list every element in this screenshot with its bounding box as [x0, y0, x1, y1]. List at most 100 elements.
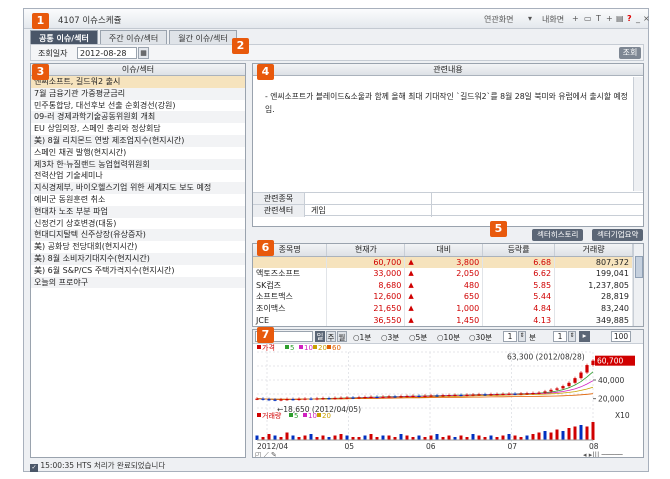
- price-cell: 33,000: [326, 267, 406, 280]
- price-candle: [321, 398, 325, 400]
- stock-name-cell: 조이맥스: [253, 302, 328, 315]
- period-month-button[interactable]: 월: [337, 331, 347, 342]
- interval-count-input[interactable]: 1: [503, 331, 517, 342]
- table-row[interactable]: JCE 36,550 ▲ 1,450 4.13 349,885: [253, 314, 633, 326]
- legend-swatch: [289, 413, 293, 417]
- column-header[interactable]: 대비: [404, 244, 484, 257]
- sector-summary-button[interactable]: 섹터기업요약: [592, 229, 644, 241]
- issue-list-item[interactable]: 스페인 채권 발행(현지시간): [31, 147, 245, 159]
- minimize-icon[interactable]: _: [636, 14, 640, 23]
- issue-list-item[interactable]: 민주통합당, 대선후보 선출 순회경선(강원): [31, 100, 245, 112]
- related-scrollbar[interactable]: [633, 77, 643, 191]
- tab-common[interactable]: 공통 이슈/섹터: [30, 30, 98, 44]
- price-candle: [501, 393, 505, 396]
- price-cell: 12,600: [326, 291, 406, 303]
- rate-cell: 4.84: [482, 302, 556, 315]
- legend-swatch: [299, 345, 303, 349]
- apply-button[interactable]: ▸: [579, 331, 590, 342]
- text-icon[interactable]: T: [596, 14, 601, 23]
- issue-list-item[interactable]: 제3차 한·뉴질랜드 농업협력위원회: [31, 158, 245, 171]
- price-candle: [543, 391, 547, 393]
- column-header[interactable]: 현재가: [326, 244, 406, 257]
- volume-bar: [399, 434, 403, 440]
- second-count-input[interactable]: 1: [553, 331, 567, 342]
- spinner-icon[interactable]: ⇕: [518, 331, 526, 342]
- price-candle: [591, 360, 595, 366]
- scroll-thumb[interactable]: [635, 256, 643, 278]
- price-candle: [255, 398, 259, 400]
- price-candle: [525, 393, 529, 395]
- price-chart[interactable]: 가격 5 10 20 60 63,300 (2012/08/28) ←18,650 (201…: [253, 344, 643, 458]
- help-icon[interactable]: ?: [627, 14, 632, 23]
- tab-weekly[interactable]: 주간 이슈/섹터: [99, 30, 168, 44]
- zoom-input[interactable]: 100: [611, 331, 631, 342]
- query-button[interactable]: 조회: [619, 47, 641, 59]
- title-bar: 4107 이슈스케쥴 연관화면 ▾ 내화면 + ▭ T + ▤ ? _ ×: [24, 9, 650, 29]
- radio-10min[interactable]: ○10분: [437, 332, 460, 343]
- price-candle: [435, 395, 439, 397]
- volume-bar: [525, 435, 529, 440]
- price-candle: [405, 395, 409, 398]
- table-row[interactable]: SK컴즈 8,680 ▲ 480 5.85 1,237,805: [253, 279, 633, 292]
- radio-30min[interactable]: ○30분: [469, 332, 492, 343]
- chart-panel: 스 일 주 월 ○1분 ○3분 ○5분 ○10분 ○30분 1 ⇕ 분 1 ⇕ …: [252, 329, 644, 458]
- issue-list-item[interactable]: EU 상임의장, 스페인 총리와 정상회담: [31, 123, 245, 135]
- table-row[interactable]: 액토즈소프트 33,000 ▲ 2,050 6.62 199,041: [253, 267, 633, 280]
- volume-bar: [477, 435, 481, 440]
- pin-icon[interactable]: +: [606, 14, 613, 23]
- radio-5min[interactable]: ○5분: [409, 332, 427, 343]
- issue-list-item[interactable]: 美) 8월 소비자기대지수(현지시간): [31, 252, 245, 265]
- close-icon[interactable]: ×: [643, 14, 650, 23]
- issue-list-item[interactable]: 오늘의 프로야구: [31, 276, 245, 289]
- column-header[interactable]: 거래량: [554, 244, 633, 257]
- price-candle: [327, 398, 331, 400]
- issue-list-item[interactable]: 엔씨소프트, 길드워2 출시: [31, 76, 245, 88]
- table-scrollbar[interactable]: [633, 244, 643, 326]
- radio-1min[interactable]: ○1분: [353, 332, 371, 343]
- table-row[interactable]: 소프트맥스 12,600 ▲ 650 5.44 28,819: [253, 291, 633, 303]
- volume-bar: [471, 434, 475, 440]
- table-header-row: 종목명 현재가 대비 등락률 거래량: [253, 244, 633, 257]
- issue-list-item[interactable]: 전력산업 기술세미나: [31, 170, 245, 182]
- issue-list-item[interactable]: 09-러 경제과학기술공동위원회 개최: [31, 111, 245, 124]
- table-row[interactable]: 조이맥스 21,650 ▲ 1,000 4.84 83,240: [253, 302, 633, 315]
- price-candle: [351, 397, 355, 399]
- sector-history-button[interactable]: 섹터히스토리: [532, 229, 584, 241]
- issue-list-item[interactable]: 美) 8월 리치몬드 연방 제조업지수(현지시간): [31, 134, 245, 147]
- legend-swatch: [303, 413, 307, 417]
- query-date-input[interactable]: 2012-08-28: [77, 47, 137, 59]
- my-screen-menu[interactable]: 내화면: [542, 14, 564, 25]
- issue-list-item[interactable]: 美) 공화당 전당대회(현지시간): [31, 241, 245, 253]
- print-icon[interactable]: ▤: [616, 14, 624, 23]
- radio-1min-label: 1분: [359, 333, 372, 342]
- issue-list-item[interactable]: 신정건기 상호변경(대동): [31, 218, 245, 230]
- price-candle: [399, 396, 403, 398]
- dropdown-arrow-icon[interactable]: ▾: [528, 14, 532, 23]
- related-screen-menu[interactable]: 연관화면: [484, 14, 513, 25]
- issue-list-item[interactable]: 예비군 동원훈련 취소: [31, 194, 245, 206]
- issue-list-item[interactable]: 현대디지탈텍 신주상장(유상증자): [31, 229, 245, 242]
- table-row[interactable]: 60,700 ▲ 3,800 6.68 807,372: [253, 256, 633, 268]
- related-sector-row: 관련섹터 게임: [253, 204, 643, 217]
- change-cell: ▲ 1,450: [404, 314, 484, 326]
- calendar-icon[interactable]: ▦: [138, 47, 149, 59]
- marker-7: 7: [257, 327, 274, 343]
- issue-list-item[interactable]: 현대차 노조 부분 파업: [31, 205, 245, 218]
- tab-monthly[interactable]: 월간 이슈/섹터: [169, 30, 237, 44]
- legend-swatch: [257, 345, 261, 349]
- add-icon[interactable]: +: [572, 14, 579, 23]
- volume-bar: [291, 435, 295, 440]
- issue-list-item[interactable]: 7월 금융기관 가중평균금리: [31, 87, 245, 100]
- volume-cell: 1,237,805: [554, 279, 633, 292]
- spinner-icon[interactable]: ⇕: [568, 331, 576, 342]
- column-header[interactable]: 등락률: [482, 244, 556, 257]
- price-candle: [315, 398, 319, 400]
- price-candle: [537, 392, 541, 394]
- monitor-icon[interactable]: ▭: [584, 14, 592, 23]
- issue-list-item[interactable]: 지식경제부, 바이오헬스기업 위한 세계지도 보도 예정: [31, 182, 245, 194]
- issue-list-item[interactable]: 美) 6월 S&P/CS 주택가격지수(현지시간): [31, 265, 245, 277]
- period-day-button[interactable]: 일: [315, 331, 325, 342]
- radio-3min[interactable]: ○3분: [381, 332, 399, 343]
- price-candle: [381, 396, 385, 398]
- period-week-button[interactable]: 주: [326, 331, 336, 342]
